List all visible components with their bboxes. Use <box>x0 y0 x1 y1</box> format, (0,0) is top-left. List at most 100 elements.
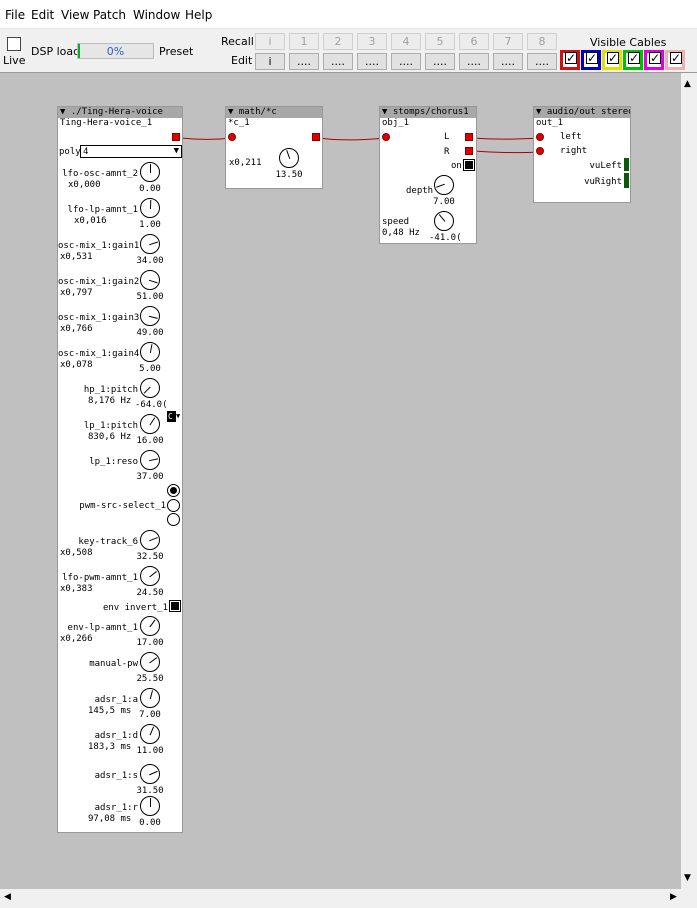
param-knob-15[interactable] <box>140 764 160 784</box>
edit-button-3[interactable]: .... <box>357 53 387 70</box>
chorus-title[interactable]: ▼ stomps/chorus1 <box>380 107 476 118</box>
live-label: Live <box>3 54 26 67</box>
cable-visibility-checkbox-3[interactable]: ✓ <box>623 50 643 70</box>
menu-window[interactable]: Window <box>133 8 180 22</box>
math-object[interactable]: ▼ math/*c *c_1 x0,211 13.50 <box>225 106 323 189</box>
vu-right-label: vuRight <box>584 177 622 187</box>
voice-title[interactable]: ▼ ./Ting-Hera-voice <box>58 107 182 118</box>
param-knob-13[interactable] <box>140 688 160 708</box>
menu-patch[interactable]: Patch <box>93 8 126 22</box>
param-label-4: osc-mix_1:gain3 <box>58 313 140 323</box>
recall-button-5[interactable]: 5 <box>425 33 455 50</box>
recall-label: Recall <box>221 35 254 48</box>
recall-button-4[interactable]: 4 <box>391 33 421 50</box>
patch-canvas[interactable]: ▼ ./Ting-Hera-voice Ting-Hera-voice_1 po… <box>0 72 697 907</box>
chevron-down-icon: ▼ <box>173 146 179 156</box>
edit-button-0[interactable]: i <box>255 53 285 70</box>
menu-help[interactable]: Help <box>185 8 212 22</box>
cable-visibility-checkbox-1[interactable]: ✓ <box>581 50 601 70</box>
chorus-inlet[interactable] <box>382 133 390 141</box>
recall-button-1[interactable]: 1 <box>289 33 319 50</box>
param-knob-4[interactable] <box>140 306 160 326</box>
param-knob-2[interactable] <box>140 234 160 254</box>
chorus-speed-label: speed <box>382 217 410 227</box>
poly-select[interactable]: 4 ▼ <box>80 145 182 158</box>
recall-button-2[interactable]: 2 <box>323 33 353 50</box>
cable-visibility-checkbox-0[interactable]: ✓ <box>560 50 580 70</box>
param-knob-8[interactable] <box>140 450 160 470</box>
edit-button-8[interactable]: .... <box>527 53 557 70</box>
param-knob-1[interactable] <box>140 198 160 218</box>
param-value-0: 0.00 <box>139 184 161 194</box>
recall-button-0[interactable]: i <box>255 33 285 50</box>
chorus-on-toggle[interactable] <box>463 159 475 171</box>
param-sub-14: 183,3 ms <box>88 742 132 752</box>
chorus-depth-knob[interactable] <box>434 175 454 195</box>
voice-outlet[interactable] <box>172 133 180 141</box>
menu-file[interactable]: File <box>5 8 25 22</box>
audio-out-object[interactable]: ▼ audio/out stereo out_1 left right vuLe… <box>533 106 631 203</box>
horizontal-scrollbar[interactable]: ◀ ▶ <box>0 889 697 907</box>
math-title[interactable]: ▼ math/*c <box>226 107 322 118</box>
scroll-left-icon[interactable]: ◀ <box>4 892 11 902</box>
param-value-14: 11.00 <box>136 746 164 756</box>
math-knob[interactable] <box>279 148 299 168</box>
pwm-src-radio-1[interactable] <box>167 484 180 497</box>
edit-button-5[interactable]: .... <box>425 53 455 70</box>
vertical-scrollbar[interactable]: ▲ ▼ <box>681 73 697 889</box>
param-knob-0[interactable] <box>140 162 160 182</box>
recall-button-7[interactable]: 7 <box>493 33 523 50</box>
param-knob-9[interactable] <box>140 530 160 550</box>
param-knob-11[interactable] <box>140 616 160 636</box>
chorus-outlet-r[interactable] <box>465 147 473 155</box>
math-outlet[interactable] <box>312 133 320 141</box>
param-label-2: osc-mix_1:gain1 <box>58 241 140 251</box>
cable-visibility-checkbox-2[interactable]: ✓ <box>602 50 622 70</box>
param-label-13: adsr_1:a <box>94 695 138 705</box>
menu-bar: File Edit View Patch Window Help <box>0 0 697 28</box>
param-knob-5[interactable] <box>140 342 160 362</box>
menu-view[interactable]: View <box>61 8 89 22</box>
knob-indicator <box>149 241 158 246</box>
pwm-src-radio-2[interactable] <box>167 499 180 512</box>
audio-inlet-right[interactable] <box>536 147 544 155</box>
recall-button-8[interactable]: 8 <box>527 33 557 50</box>
edit-button-4[interactable]: .... <box>391 53 421 70</box>
param-knob-7[interactable] <box>140 414 160 434</box>
scroll-down-icon[interactable]: ▼ <box>684 873 691 883</box>
param-knob-6[interactable] <box>140 378 160 398</box>
math-inlet[interactable] <box>228 133 236 141</box>
menu-edit[interactable]: Edit <box>31 8 54 22</box>
param-knob-14[interactable] <box>140 724 160 744</box>
chorus-outlet-l[interactable] <box>465 133 473 141</box>
param-knob-12[interactable] <box>140 652 160 672</box>
param-knob-3[interactable] <box>140 270 160 290</box>
audio-inlet-left[interactable] <box>536 133 544 141</box>
edit-button-1[interactable]: .... <box>289 53 319 70</box>
cable-visibility-checkbox-4[interactable]: ✓ <box>644 50 664 70</box>
cable-visibility-checkbox-5[interactable]: ✓ <box>665 50 685 70</box>
check-icon: ✓ <box>586 51 598 65</box>
chorus-object[interactable]: ▼ stomps/chorus1 obj_1 L R on depth 7.00… <box>379 106 477 244</box>
chorus-speed-knob[interactable] <box>434 211 454 231</box>
param-knob-10[interactable] <box>140 566 160 586</box>
pwm-src-radio-3[interactable] <box>167 513 180 526</box>
scroll-right-icon[interactable]: ▶ <box>670 892 677 902</box>
edit-button-2[interactable]: .... <box>323 53 353 70</box>
scroll-up-icon[interactable]: ▲ <box>684 79 691 89</box>
param-value-6: -64.0( <box>135 400 168 410</box>
param-label-0: lfo-osc-amnt_2 <box>62 169 138 179</box>
env-invert-toggle[interactable] <box>169 600 181 612</box>
live-checkbox[interactable] <box>7 37 21 51</box>
check-icon: ✓ <box>670 51 682 65</box>
recall-button-6[interactable]: 6 <box>459 33 489 50</box>
recall-button-3[interactable]: 3 <box>357 33 387 50</box>
edit-button-7[interactable]: .... <box>493 53 523 70</box>
edit-button-6[interactable]: .... <box>459 53 489 70</box>
chorus-title-text: stomps/chorus1 <box>392 107 469 117</box>
voice-object[interactable]: ▼ ./Ting-Hera-voice Ting-Hera-voice_1 po… <box>57 106 183 833</box>
param-knob-16[interactable] <box>140 796 160 816</box>
audio-out-title[interactable]: ▼ audio/out stereo <box>534 107 630 118</box>
c-marker-badge[interactable]: C ▼ <box>167 411 181 422</box>
chorus-instance-name: obj_1 <box>382 118 410 128</box>
